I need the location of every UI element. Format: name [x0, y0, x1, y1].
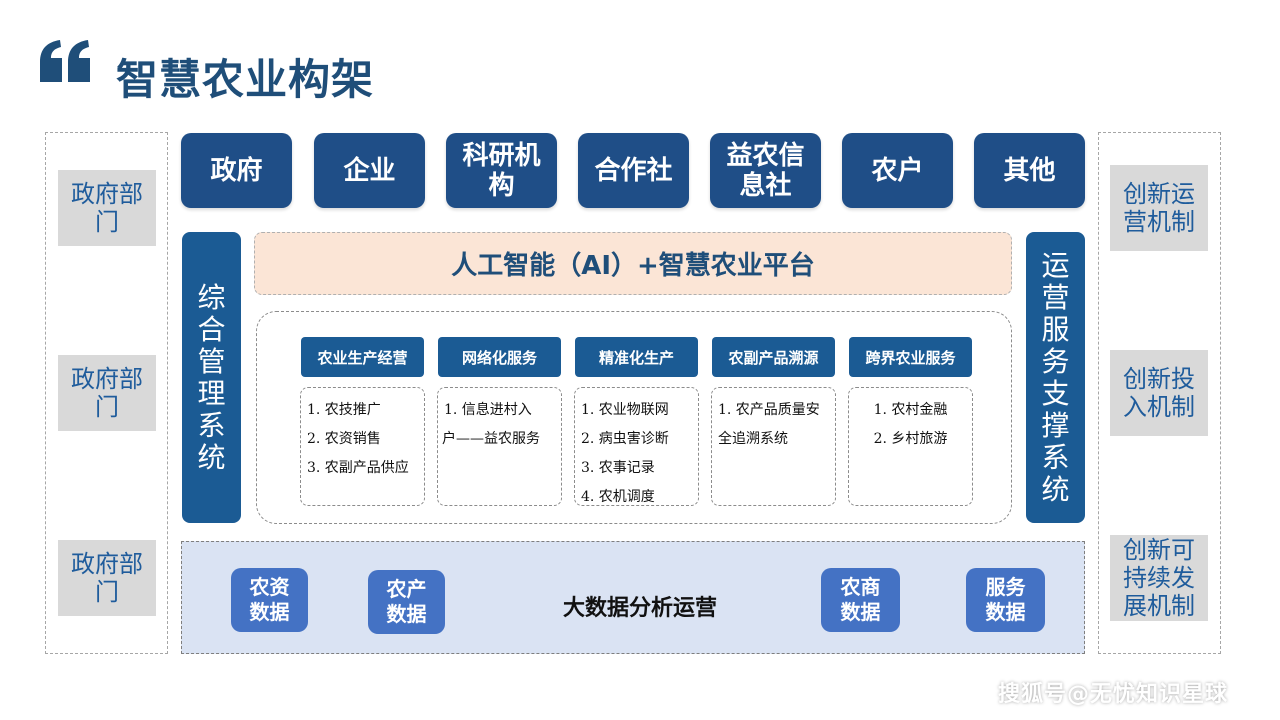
right-item-sustainable-mechanism: 创新可持续发展机制: [1110, 535, 1208, 621]
left-item-government-2: 政府部门: [58, 355, 156, 431]
right-item-operation-mechanism: 创新运营机制: [1110, 165, 1208, 251]
data-item-inputs: 农资数据: [231, 568, 308, 632]
service-title-precision: 精准化生产: [575, 337, 698, 377]
list-item: 1. 信息进村入: [444, 402, 532, 418]
data-item-commerce: 农商数据: [821, 568, 900, 632]
list-item: 4. 农机调度: [581, 489, 655, 505]
service-title-production: 农业生产经营: [301, 337, 424, 377]
stakeholder-other: 其他: [974, 133, 1085, 208]
service-title-crossover: 跨界农业服务: [849, 337, 972, 377]
stakeholder-government: 政府: [181, 133, 292, 208]
management-system-bar: 综合管理系统: [182, 232, 241, 523]
support-system-label: 运营服务支撑系统: [1041, 248, 1070, 506]
stakeholder-cooperative: 合作社: [578, 133, 689, 208]
service-title-traceability: 农副产品溯源: [712, 337, 835, 377]
left-item-government-3: 政府部门: [58, 540, 156, 616]
list-item: 1. 农技推广: [307, 402, 381, 418]
service-card-crossover: 1. 农村金融 2. 乡村旅游: [848, 387, 973, 506]
list-item: 2. 农资销售: [307, 431, 381, 447]
watermark: 搜狐号@无忧知识星球: [998, 682, 1229, 707]
page-title: 智慧农业构架: [116, 55, 375, 104]
list-item: 3. 农副产品供应: [307, 460, 409, 476]
left-item-government-1: 政府部门: [58, 170, 156, 246]
list-item: 2. 乡村旅游: [873, 431, 948, 447]
list-item: 1. 农产品质量安: [718, 402, 820, 418]
list-item: 1. 农业物联网: [581, 402, 669, 418]
platform-banner: 人工智能（AI）+智慧农业平台: [254, 232, 1012, 295]
service-title-network: 网络化服务: [438, 337, 561, 377]
big-data-label: 大数据分析运营: [562, 596, 717, 621]
list-item: 户——益农服务: [442, 431, 540, 447]
stakeholder-enterprise: 企业: [314, 133, 425, 208]
stakeholder-research: 科研机构: [446, 133, 557, 208]
service-card-network: 1. 信息进村入 户——益农服务: [437, 387, 562, 506]
list-item: 1. 农村金融: [873, 402, 948, 418]
list-item: 全追溯系统: [718, 431, 788, 447]
stakeholder-info-society: 益农信息社: [710, 133, 821, 208]
list-item: 2. 病虫害诊断: [581, 431, 669, 447]
data-item-service: 服务数据: [966, 568, 1045, 632]
quote-icon: [40, 40, 90, 82]
service-card-precision: 1. 农业物联网 2. 病虫害诊断 3. 农事记录 4. 农机调度: [574, 387, 699, 506]
right-item-investment-mechanism: 创新投入机制: [1110, 350, 1208, 436]
service-card-production: 1. 农技推广 2. 农资销售 3. 农副产品供应: [300, 387, 425, 506]
support-system-bar: 运营服务支撑系统: [1026, 232, 1085, 523]
data-item-produce: 农产数据: [368, 570, 445, 634]
service-card-traceability: 1. 农产品质量安 全追溯系统: [711, 387, 836, 506]
list-item: 3. 农事记录: [581, 460, 655, 476]
management-system-label: 综合管理系统: [197, 280, 226, 474]
stakeholder-farmer: 农户: [842, 133, 953, 208]
